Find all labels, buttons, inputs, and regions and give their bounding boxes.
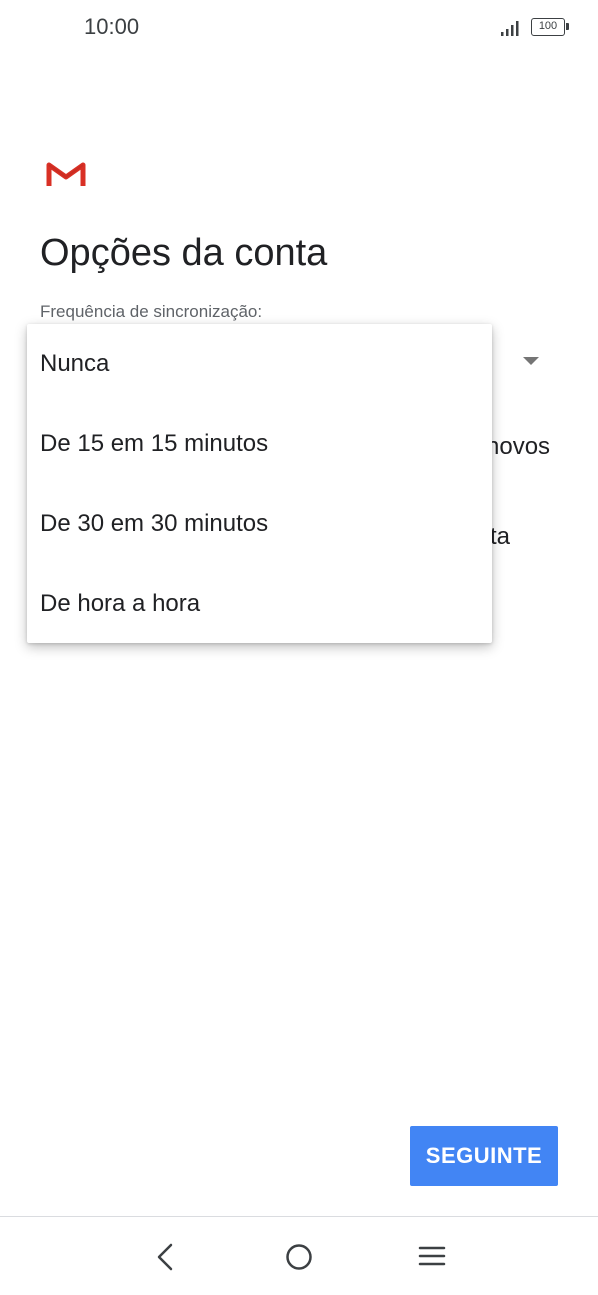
dropdown-arrow-icon[interactable] (523, 357, 539, 365)
sync-frequency-dropdown: Nunca De 15 em 15 minutos De 30 em 30 mi… (27, 324, 492, 643)
dropdown-option-30-minutes[interactable]: De 30 em 30 minutos (27, 484, 492, 564)
dropdown-option-15-minutes[interactable]: De 15 em 15 minutos (27, 404, 492, 484)
home-icon[interactable] (279, 1237, 319, 1277)
menu-icon[interactable] (412, 1237, 452, 1277)
battery-icon: 100 (531, 18, 569, 36)
status-time: 10:00 (84, 14, 140, 39)
gmail-logo-icon (46, 162, 86, 186)
sync-frequency-label: Frequência de sincronização: (40, 302, 263, 321)
dropdown-option-never[interactable]: Nunca (27, 324, 492, 404)
signal-icon (501, 21, 519, 36)
dropdown-option-hourly[interactable]: De hora a hora (27, 564, 492, 644)
page-title: Opções da conta (40, 232, 328, 274)
battery-level: 100 (538, 20, 558, 32)
status-bar: 10:00 100 (0, 0, 598, 56)
back-icon[interactable] (146, 1237, 186, 1277)
next-button[interactable]: SEGUINTE (410, 1126, 558, 1186)
navigation-bar (0, 1217, 598, 1295)
background-option-text: ta (490, 523, 511, 550)
background-option-text: novos (486, 433, 551, 460)
